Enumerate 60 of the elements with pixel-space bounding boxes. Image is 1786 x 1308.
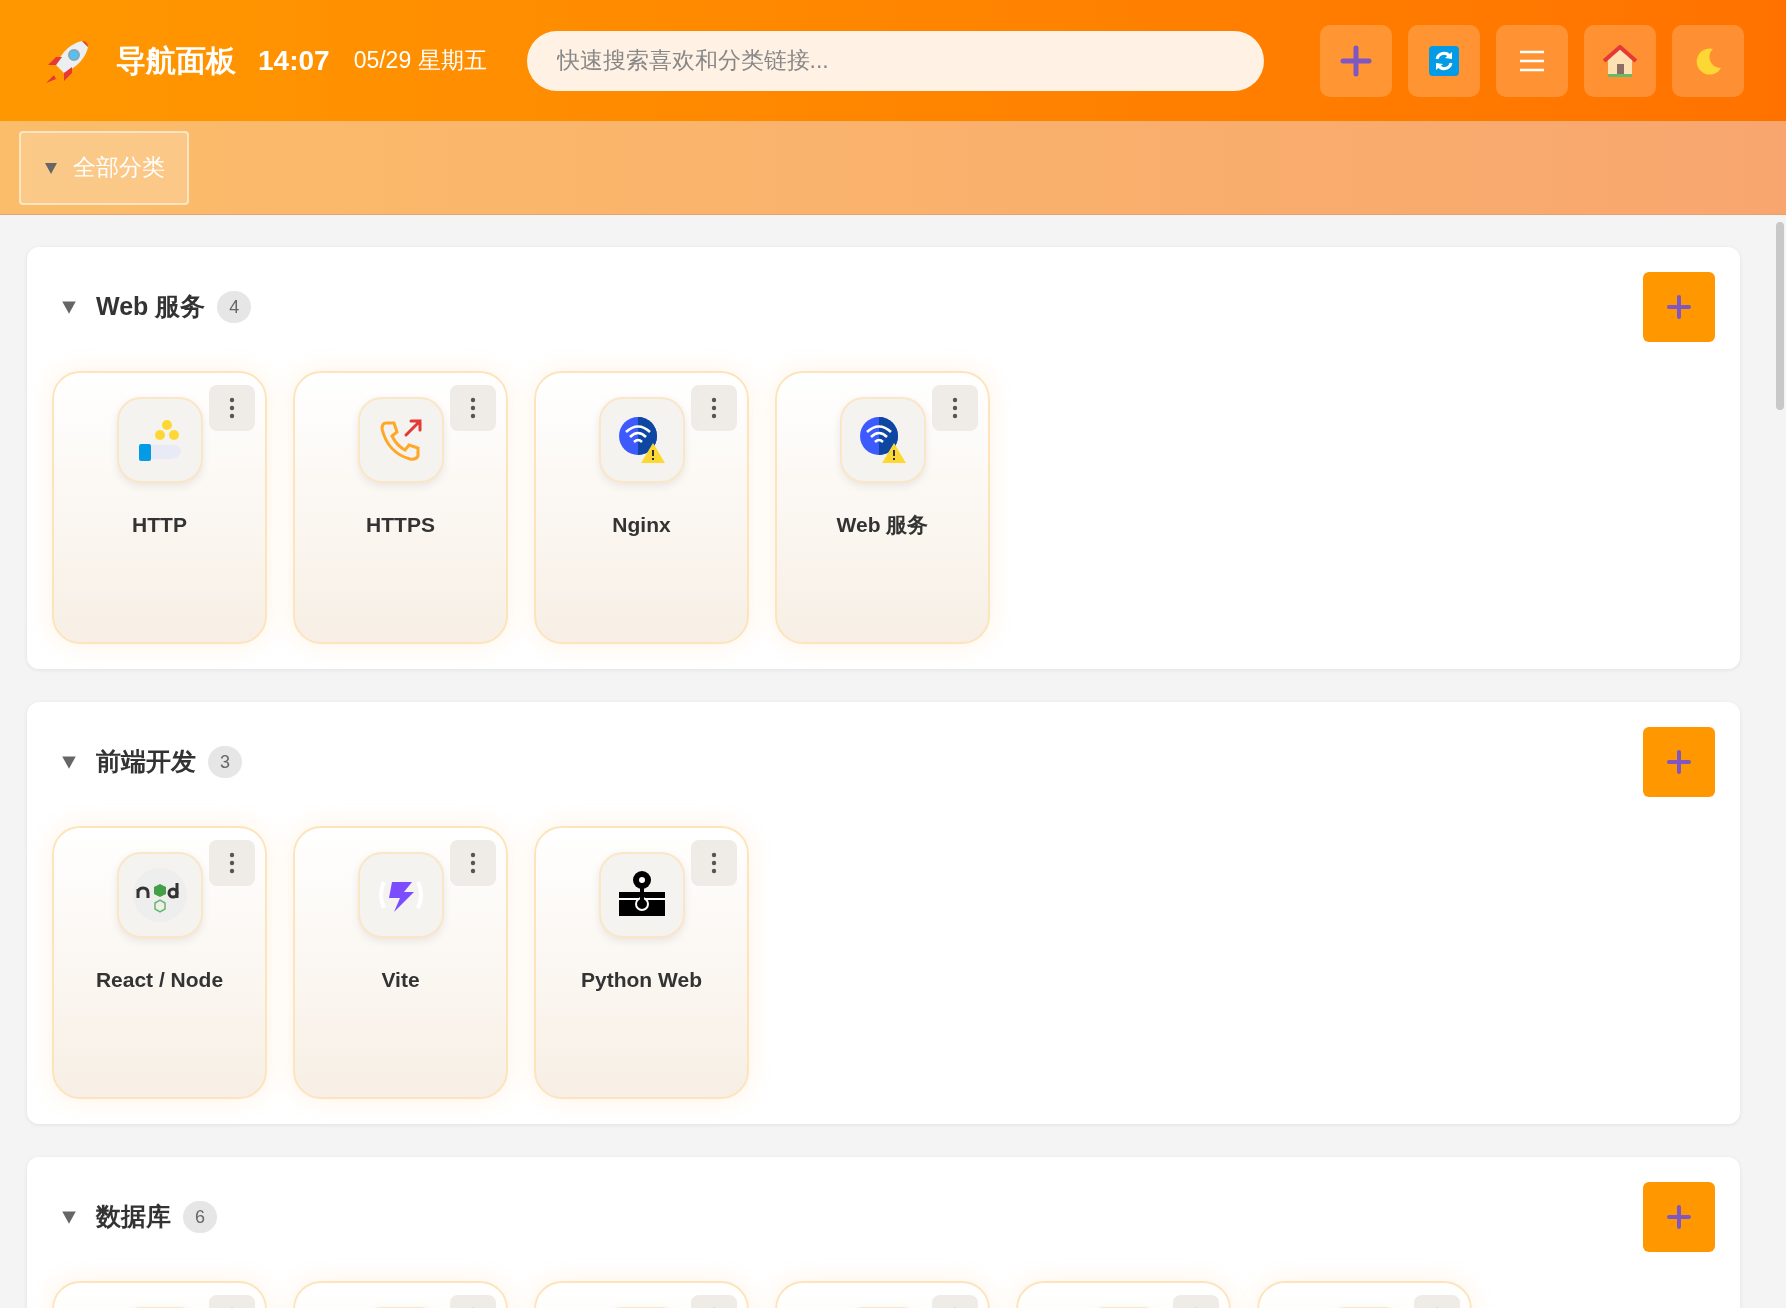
caret-icon[interactable] xyxy=(60,298,78,316)
more-icon xyxy=(229,852,235,874)
date-text: 05/29 星期五 xyxy=(353,46,487,76)
more-icon xyxy=(711,852,717,874)
add-link-button[interactable] xyxy=(1643,1182,1715,1252)
count-badge: 6 xyxy=(183,1201,217,1233)
more-icon xyxy=(470,397,476,419)
more-button[interactable] xyxy=(932,385,978,431)
add-button[interactable] xyxy=(1320,24,1392,97)
menu-icon xyxy=(1519,49,1545,72)
wifi-warning-icon xyxy=(857,415,908,465)
link-name: HTTPS xyxy=(366,512,435,538)
section-title: 前端开发 xyxy=(96,746,196,778)
more-icon xyxy=(711,397,717,419)
caret-icon[interactable] xyxy=(60,753,78,771)
link-tile[interactable]: HTTPS xyxy=(293,371,508,644)
link-tile[interactable]: HTTP xyxy=(52,371,267,644)
search-field[interactable]: 快速搜索喜欢和分类链接... xyxy=(526,30,1264,91)
link-tile[interactable]: React / Node xyxy=(52,826,267,1099)
more-button[interactable] xyxy=(691,385,737,431)
link-name: HTTP xyxy=(132,512,187,538)
add-icon xyxy=(1666,749,1692,775)
link-name: Vite xyxy=(381,967,420,993)
link-tile[interactable]: Nginx xyxy=(534,371,749,644)
scrollbar-thumb[interactable] xyxy=(1776,222,1784,410)
house-icon xyxy=(1603,44,1637,77)
hexagon-logo-icon xyxy=(131,867,188,923)
add-icon xyxy=(1666,294,1692,320)
link-tile[interactable]: Python Web xyxy=(534,826,749,1099)
add-link-button[interactable] xyxy=(1643,272,1715,342)
more-button[interactable] xyxy=(450,840,496,886)
clock-time: 14:07 xyxy=(258,43,330,78)
link-name: Python Web xyxy=(581,967,702,993)
wifi-warning-icon xyxy=(616,415,667,465)
link-name: React / Node xyxy=(95,967,224,993)
refresh-button[interactable] xyxy=(1408,24,1480,97)
link-name: Nginx xyxy=(612,512,671,538)
add-icon xyxy=(1339,43,1373,78)
refresh-icon xyxy=(1429,45,1459,76)
link-tile[interactable]: Web 服务 xyxy=(775,371,990,644)
count-badge: 3 xyxy=(208,746,242,778)
link-tile[interactable]: Vite xyxy=(293,826,508,1099)
more-icon xyxy=(952,397,958,419)
add-icon xyxy=(1666,1204,1692,1230)
home-button[interactable] xyxy=(1584,24,1656,97)
count-badge: 4 xyxy=(217,291,252,323)
more-button[interactable] xyxy=(450,385,496,431)
app-title: 导航面板 xyxy=(116,43,236,79)
more-button[interactable] xyxy=(691,840,737,886)
more-icon xyxy=(229,397,235,419)
section-title: 数据库 xyxy=(96,1201,171,1233)
add-link-button[interactable] xyxy=(1643,727,1715,797)
menu-button[interactable] xyxy=(1496,24,1568,97)
more-icon xyxy=(470,852,476,874)
more-button[interactable] xyxy=(209,385,255,431)
link-name: Web 服务 xyxy=(836,512,929,538)
caret-icon[interactable] xyxy=(60,1208,78,1226)
theme-button[interactable] xyxy=(1672,24,1744,97)
more-button[interactable] xyxy=(209,840,255,886)
section-title: Web 服务 xyxy=(96,291,206,323)
